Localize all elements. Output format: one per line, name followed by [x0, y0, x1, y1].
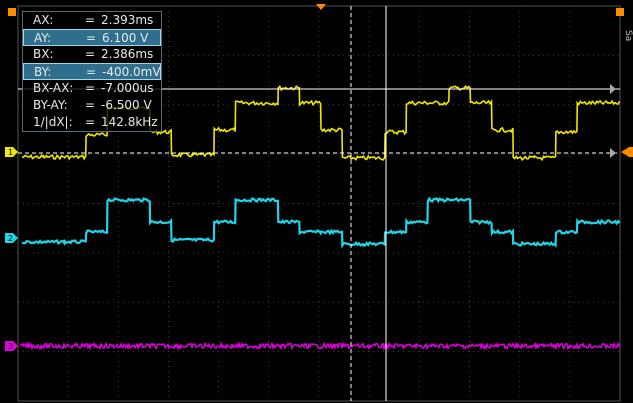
readout-label: BX-AX: [33, 81, 74, 95]
readout-label: BX: [33, 47, 54, 61]
readout-label: AX: [33, 13, 54, 27]
cursor-ay-handle-icon [610, 84, 616, 94]
readout-equals: = [85, 47, 96, 61]
readout-equals: = [86, 31, 97, 45]
channel-2-marker: 2 [5, 233, 18, 243]
readout-equals: = [85, 98, 96, 112]
channel-marker-label: 2 [8, 234, 13, 243]
readout-value: 2.393ms [101, 13, 154, 27]
readout-equals: = [85, 115, 96, 129]
readout-value: -400.0mV [102, 65, 161, 79]
channel-1-marker: 1 [5, 147, 18, 157]
readout-row-ay[interactable]: AY: = 6.100 V [23, 29, 161, 46]
readout-equals: = [85, 81, 96, 95]
readout-label: BY-AY: [33, 98, 68, 112]
readout-value: 2.386ms [101, 47, 154, 61]
readout-value: 142.8kHz [101, 115, 158, 129]
trigger-level-icon [621, 147, 633, 157]
cursor-source-icon [8, 8, 16, 16]
channel-marker-label: 1 [8, 148, 13, 157]
readout-equals: = [85, 13, 96, 27]
channel-3-marker: 3 [5, 341, 18, 351]
readout-value: -7.000us [101, 81, 154, 95]
channel-2-trace [21, 196, 621, 249]
readout-row-by[interactable]: BY: = -400.0mV [23, 63, 161, 80]
channel-marker-label: 3 [8, 342, 13, 351]
readout-row-by-ay: BY-AY: = -6.500 V [23, 97, 161, 114]
readout-row-ax: AX: = 2.393ms [23, 12, 161, 29]
cursor-readout-panel: AX: = 2.393ms AY: = 6.100 V BX: = 2.386m… [22, 11, 162, 132]
readout-label: AY: [34, 31, 52, 45]
side-panel-label: Sa [623, 30, 633, 42]
channel-3-trace [19, 340, 621, 352]
readout-value: 6.100 V [102, 31, 149, 45]
cursor-source-icon [616, 8, 624, 16]
readout-value: -6.500 V [101, 98, 152, 112]
readout-equals: = [86, 65, 97, 79]
trigger-position-icon [316, 4, 326, 10]
readout-label: BY: [34, 65, 52, 79]
cursor-by-handle-icon [610, 148, 616, 158]
readout-label: 1/|dX|: [33, 115, 73, 129]
readout-row-bx-ax: BX-AX: = -7.000us [23, 80, 161, 97]
readout-row-bx: BX: = 2.386ms [23, 46, 161, 63]
readout-row-frequency: 1/|dX|: = 142.8kHz [23, 114, 161, 131]
